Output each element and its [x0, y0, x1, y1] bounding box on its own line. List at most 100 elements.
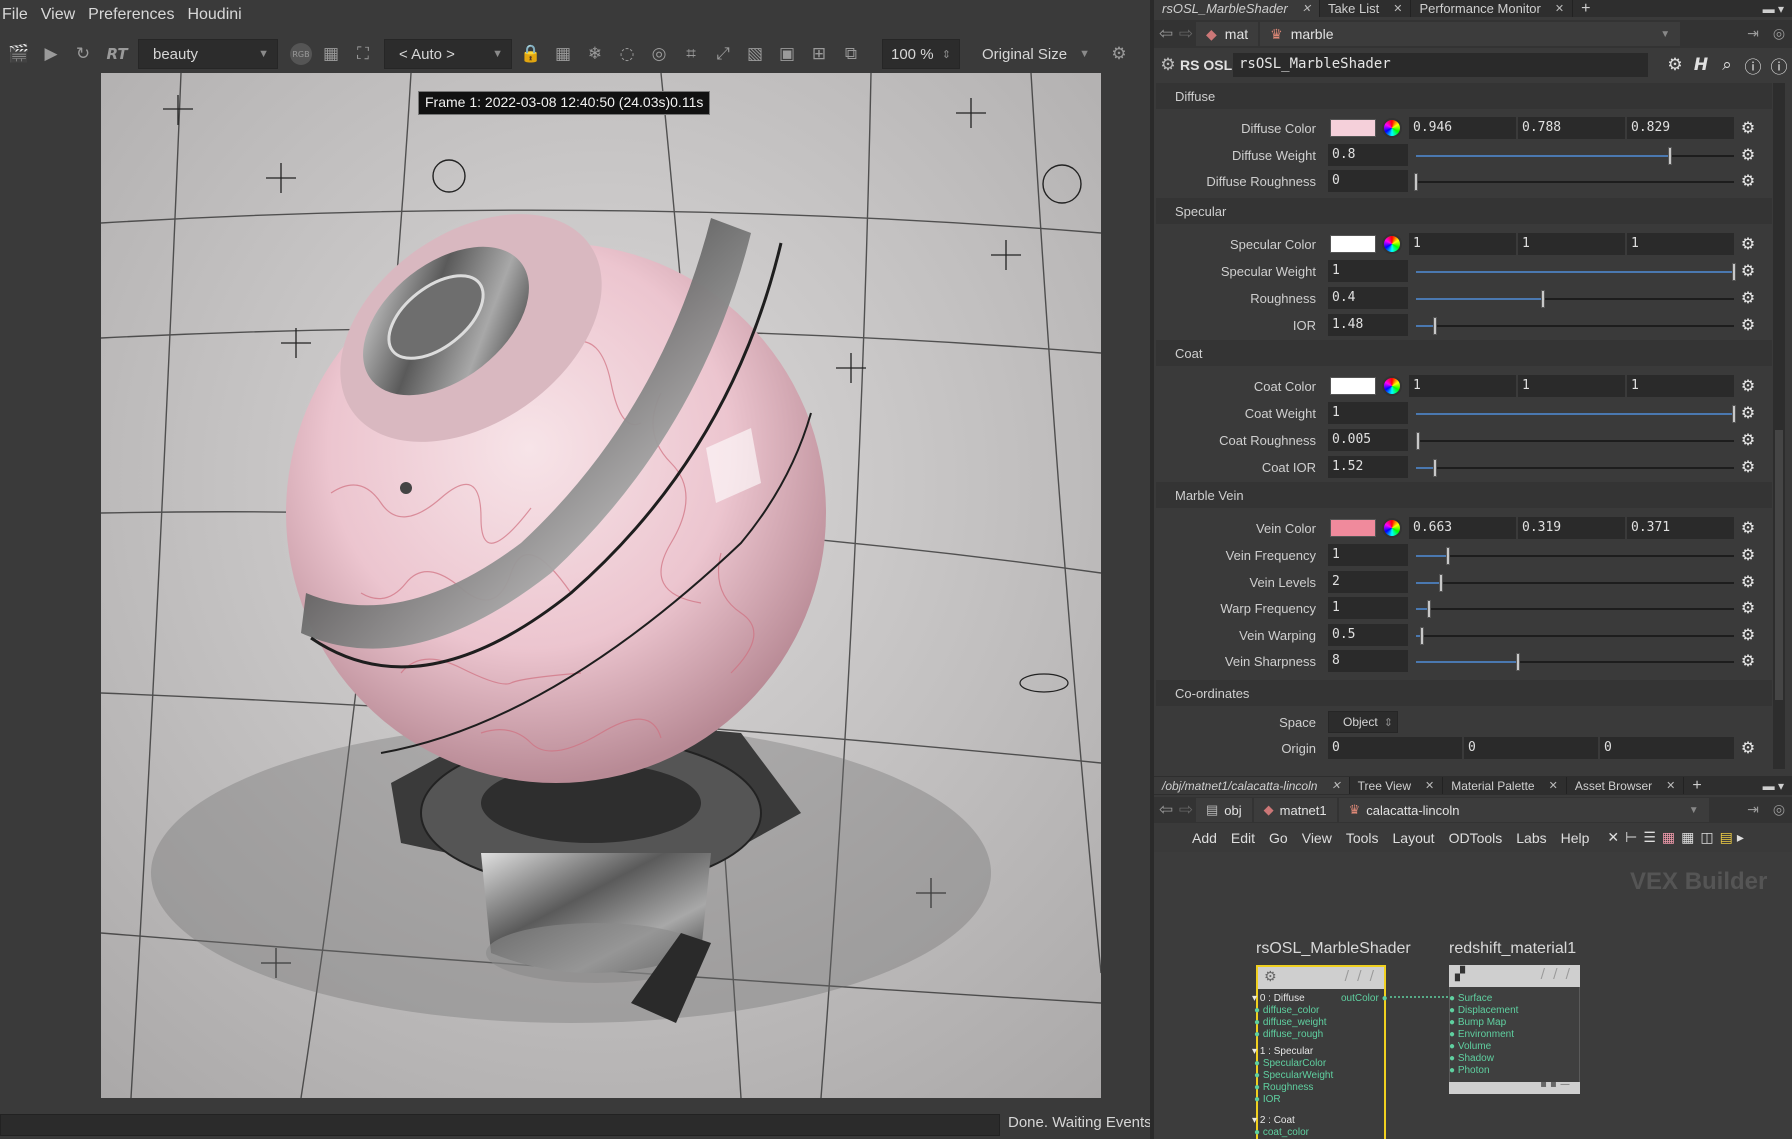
lock-icon[interactable]: 🔒: [518, 41, 544, 67]
origin-x-field[interactable]: 0: [1328, 737, 1462, 759]
gear-icon[interactable]: ⚙: [1106, 41, 1132, 67]
pin-icon[interactable]: ⇥: [1740, 797, 1766, 823]
circle-icon[interactable]: ◌: [614, 41, 640, 67]
node-footer[interactable]: ▪ ▪ —: [1449, 1079, 1580, 1094]
specular-weight-slider[interactable]: [1416, 263, 1736, 281]
vein-color-b-field[interactable]: 0.371: [1627, 517, 1734, 539]
section-coordinates[interactable]: Co-ordinates: [1156, 680, 1772, 706]
coat-color-swatch[interactable]: [1330, 377, 1376, 395]
search-icon[interactable]: ⌕: [1714, 52, 1740, 78]
color-wheel-icon[interactable]: [1382, 376, 1402, 396]
diffuse-color-b-field[interactable]: 0.829: [1627, 117, 1734, 139]
gear-icon[interactable]: ⚙: [1739, 377, 1757, 395]
close-icon[interactable]: ✕: [1555, 2, 1564, 15]
port-shadow[interactable]: ● Shadow: [1449, 1053, 1494, 1064]
space-select[interactable]: Object ⇕: [1328, 711, 1398, 733]
menu-labs[interactable]: Labs: [1516, 830, 1546, 846]
refresh-icon[interactable]: ↻: [70, 41, 96, 67]
gear-icon[interactable]: ⚙: [1158, 52, 1178, 78]
gear-icon[interactable]: ⚙: [1739, 431, 1757, 449]
stripes-icon[interactable]: ▧: [742, 41, 768, 67]
roughness-field[interactable]: 0.4: [1328, 287, 1408, 309]
slider-knob[interactable]: [1433, 317, 1438, 335]
close-icon[interactable]: ✕: [1666, 779, 1675, 792]
crop-icon[interactable]: ⛶: [350, 41, 376, 67]
coat-color-r-field[interactable]: 1: [1409, 375, 1516, 397]
tab-tree-view[interactable]: Tree View ✕: [1350, 777, 1444, 794]
color-wheel-icon[interactable]: [1382, 234, 1402, 254]
slider-knob[interactable]: [1433, 459, 1438, 477]
specular-weight-field[interactable]: 1: [1328, 260, 1408, 282]
zoom-select[interactable]: 100 % ⇕: [882, 39, 960, 69]
origin-z-field[interactable]: 0: [1600, 737, 1734, 759]
help-h-icon[interactable]: H: [1688, 52, 1714, 78]
camera-select[interactable]: < Auto > ▼: [384, 39, 512, 69]
diffuse-weight-slider[interactable]: [1416, 147, 1734, 165]
size-mode-select[interactable]: Original Size ▼: [968, 39, 1098, 69]
menu-houdini[interactable]: Houdini: [187, 6, 251, 24]
slider-knob[interactable]: [1414, 173, 1418, 191]
ior-field[interactable]: 1.48: [1328, 314, 1408, 336]
add-snapshot-icon[interactable]: ⊞: [806, 41, 832, 67]
target-icon[interactable]: ◎: [646, 41, 672, 67]
info-icon[interactable]: ⓘ: [1740, 52, 1766, 78]
port-coat-color[interactable]: ● coat_color: [1254, 1127, 1309, 1138]
note-icon[interactable]: ▤: [1720, 829, 1733, 846]
gear-icon[interactable]: ⚙: [1739, 404, 1757, 422]
link-icon[interactable]: ◎: [1766, 797, 1792, 823]
vein-color-r-field[interactable]: 0.663: [1409, 517, 1516, 539]
breadcrumb-marble[interactable]: ♛ marble ▼: [1260, 22, 1681, 46]
copy-icon[interactable]: ⧉: [838, 41, 864, 67]
tab-asset-browser[interactable]: Asset Browser ✕: [1567, 777, 1685, 794]
port-group-diffuse[interactable]: ▾ 0 : Diffuse: [1252, 993, 1305, 1004]
port-environment[interactable]: ● Environment: [1449, 1029, 1514, 1040]
diffuse-roughness-slider[interactable]: [1414, 173, 1734, 191]
coat-color-b-field[interactable]: 1: [1627, 375, 1734, 397]
pane-menu-icon[interactable]: ▬ ▾: [1755, 0, 1792, 17]
vein-warping-field[interactable]: 0.5: [1328, 624, 1408, 646]
rgb-channel-icon[interactable]: RGB: [290, 43, 312, 65]
color-wheel-icon[interactable]: [1382, 118, 1402, 138]
origin-y-field[interactable]: 0: [1464, 737, 1598, 759]
specular-color-b-field[interactable]: 1: [1627, 233, 1734, 255]
color-wheel-icon[interactable]: [1382, 518, 1402, 538]
menu-layout[interactable]: Layout: [1393, 830, 1435, 846]
close-icon[interactable]: ✕: [1393, 2, 1402, 15]
list-icon[interactable]: ☰: [1643, 829, 1656, 846]
menu-add[interactable]: Add: [1192, 830, 1217, 846]
window-icon[interactable]: ◫: [1700, 829, 1713, 846]
node-header[interactable]: ▞ / / /: [1449, 965, 1580, 987]
diffuse-roughness-field[interactable]: 0: [1328, 170, 1408, 192]
coat-weight-slider[interactable]: [1416, 405, 1736, 423]
vein-sharpness-field[interactable]: 8: [1328, 650, 1408, 672]
vein-frequency-slider[interactable]: [1416, 547, 1734, 565]
image-icon[interactable]: ▣: [774, 41, 800, 67]
vein-levels-field[interactable]: 2: [1328, 571, 1408, 593]
menu-odtools[interactable]: ODTools: [1449, 830, 1503, 846]
coat-roughness-field[interactable]: 0.005: [1328, 429, 1408, 451]
close-icon[interactable]: ✕: [1302, 2, 1311, 15]
ior-slider[interactable]: [1416, 317, 1734, 335]
gear-icon[interactable]: ⚙: [1739, 573, 1757, 591]
add-tab-icon[interactable]: +: [1573, 0, 1598, 17]
slider-knob[interactable]: [1420, 627, 1425, 645]
tab-rsosl-marbleshader[interactable]: rsOSL_MarbleShader ✕: [1154, 0, 1320, 17]
tree-icon[interactable]: ⊢: [1625, 829, 1637, 846]
vein-color-swatch[interactable]: [1330, 519, 1376, 537]
slider-knob[interactable]: [1415, 432, 1420, 450]
operator-name-field[interactable]: rsOSL_MarbleShader: [1233, 53, 1648, 77]
gear-icon[interactable]: ⚙: [1739, 626, 1757, 644]
vein-levels-slider[interactable]: [1416, 574, 1734, 592]
add-tab-icon[interactable]: +: [1684, 777, 1709, 794]
gear-icon[interactable]: ⚙: [1739, 119, 1757, 137]
coat-color-g-field[interactable]: 1: [1518, 375, 1625, 397]
grid-icon[interactable]: ▦: [318, 41, 344, 67]
grid-view-icon[interactable]: ▦: [1681, 829, 1694, 846]
tab-take-list[interactable]: Take List ✕: [1320, 0, 1412, 17]
diffuse-color-swatch[interactable]: [1330, 119, 1376, 137]
node-connection-wire[interactable]: [1390, 992, 1450, 1002]
diffuse-color-g-field[interactable]: 0.788: [1518, 117, 1625, 139]
menu-tools[interactable]: Tools: [1346, 830, 1379, 846]
vein-warping-slider[interactable]: [1416, 627, 1734, 645]
wrench-icon[interactable]: ✕: [1607, 829, 1619, 846]
